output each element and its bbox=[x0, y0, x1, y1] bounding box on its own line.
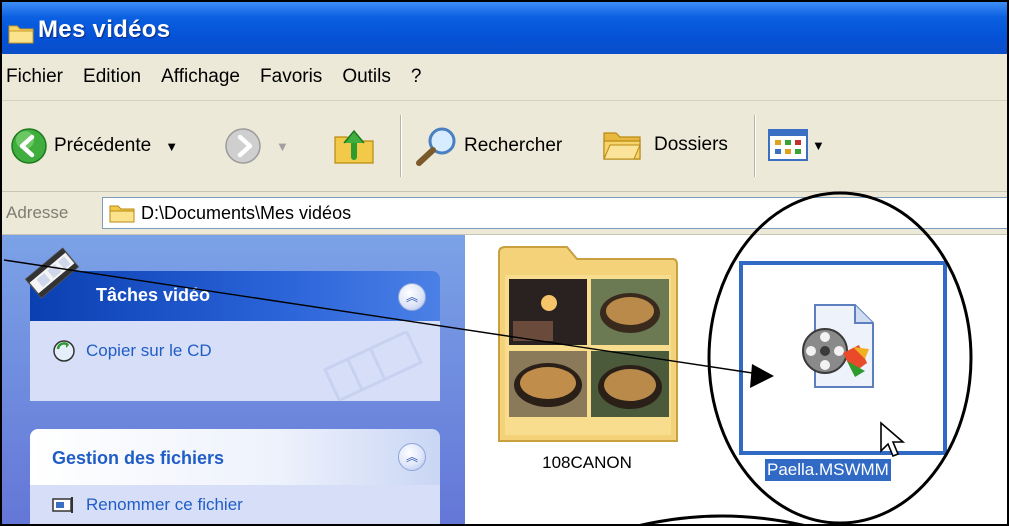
menu-favoris[interactable]: Favoris bbox=[250, 54, 332, 100]
menu-outils[interactable]: Outils bbox=[332, 54, 401, 100]
window-title: Mes vidéos bbox=[38, 16, 171, 43]
up-folder-button[interactable] bbox=[332, 123, 376, 167]
rename-icon bbox=[52, 497, 73, 513]
file-tasks-header[interactable]: Gestion des fichiers ︽ bbox=[30, 429, 440, 485]
folders-icon bbox=[603, 132, 641, 160]
chevron-up-icon: ︽ bbox=[405, 450, 418, 464]
menu-help[interactable]: ? bbox=[401, 54, 432, 100]
copy-to-cd-link[interactable]: Copier sur le CD bbox=[52, 339, 212, 363]
film-watermark-icon bbox=[323, 331, 423, 401]
copy-to-cd-label: Copier sur le CD bbox=[86, 341, 212, 360]
search-icon bbox=[416, 127, 456, 166]
menu-bar: Fichier Edition Affichage Favoris Outils… bbox=[2, 54, 1007, 101]
address-bar: Adresse D:\Documents\Mes vidéos bbox=[2, 192, 1007, 235]
video-tasks-panel: Tâches vidéo ︽ Copier sur le CD bbox=[24, 247, 440, 401]
toolbar-separator bbox=[400, 115, 401, 177]
menu-edition[interactable]: Edition bbox=[73, 54, 151, 100]
menu-affichage[interactable]: Affichage bbox=[151, 54, 250, 100]
forward-button[interactable]: ▼ bbox=[224, 127, 289, 165]
task-pane: Tâches vidéo ︽ Copier sur le CD Gestion … bbox=[2, 235, 465, 524]
address-label: Adresse bbox=[6, 203, 69, 222]
toolbar-separator bbox=[754, 115, 755, 177]
video-tasks-header[interactable]: Tâches vidéo ︽ bbox=[24, 247, 440, 321]
rename-file-link[interactable]: Renommer ce fichier bbox=[52, 495, 243, 515]
movie-project-item[interactable]: Paella.MSWMM bbox=[739, 261, 947, 491]
collapse-video-tasks-button[interactable]: ︽ bbox=[398, 283, 426, 311]
title-bar[interactable]: Mes vidéos bbox=[2, 2, 1007, 54]
back-label: Précédente bbox=[54, 135, 152, 156]
file-tasks-body: Renommer ce fichier bbox=[30, 485, 440, 524]
folders-button[interactable]: Dossiers bbox=[600, 125, 728, 165]
views-grid-icon bbox=[768, 129, 808, 161]
file-tasks-title: Gestion des fichiers bbox=[52, 448, 225, 468]
toolbar: Précédente ▼ ▼ Rechercher Dossiers ▼ bbox=[2, 101, 1007, 192]
forward-dropdown-icon[interactable]: ▼ bbox=[276, 139, 289, 154]
folder-icon bbox=[8, 25, 34, 44]
folder-up-icon bbox=[334, 129, 374, 164]
chevron-up-icon: ︽ bbox=[405, 290, 418, 304]
back-dropdown-icon[interactable]: ▼ bbox=[165, 139, 178, 154]
search-button[interactable]: Rechercher bbox=[414, 125, 562, 167]
forward-arrow-icon bbox=[225, 128, 261, 164]
search-label: Rechercher bbox=[464, 135, 563, 156]
folder-item[interactable]: 108CANON bbox=[497, 245, 678, 475]
folder-label: 108CANON bbox=[542, 453, 632, 472]
folder-icon bbox=[109, 205, 135, 223]
explorer-window: Mes vidéos Fichier Edition Affichage Fav… bbox=[0, 0, 1009, 526]
video-tasks-title: Tâches vidéo bbox=[96, 285, 211, 305]
cd-burn-icon bbox=[53, 340, 75, 362]
views-button[interactable]: ▼ bbox=[768, 129, 825, 161]
views-dropdown-icon[interactable]: ▼ bbox=[812, 138, 825, 153]
menu-fichier[interactable]: Fichier bbox=[2, 54, 73, 100]
file-label-selected: Paella.MSWMM bbox=[765, 459, 891, 481]
back-button[interactable]: Précédente ▼ bbox=[10, 127, 178, 165]
folders-label: Dossiers bbox=[654, 134, 728, 155]
back-arrow-icon bbox=[11, 128, 47, 164]
address-value: D:\Documents\Mes vidéos bbox=[141, 202, 352, 223]
file-tasks-panel: Gestion des fichiers ︽ Renommer ce fichi… bbox=[30, 429, 440, 524]
address-field[interactable]: D:\Documents\Mes vidéos bbox=[102, 197, 1007, 229]
film-reel-icon bbox=[24, 247, 80, 299]
video-tasks-body: Copier sur le CD bbox=[30, 321, 440, 401]
mouse-pointer-icon bbox=[880, 421, 906, 458]
rename-file-label: Renommer ce fichier bbox=[86, 495, 243, 514]
folder-thumbnail-icon bbox=[498, 246, 678, 442]
file-list: 108CANON Paella.MSWMM bbox=[465, 235, 1007, 524]
movie-maker-file-icon bbox=[802, 304, 874, 388]
collapse-file-tasks-button[interactable]: ︽ bbox=[398, 443, 426, 471]
